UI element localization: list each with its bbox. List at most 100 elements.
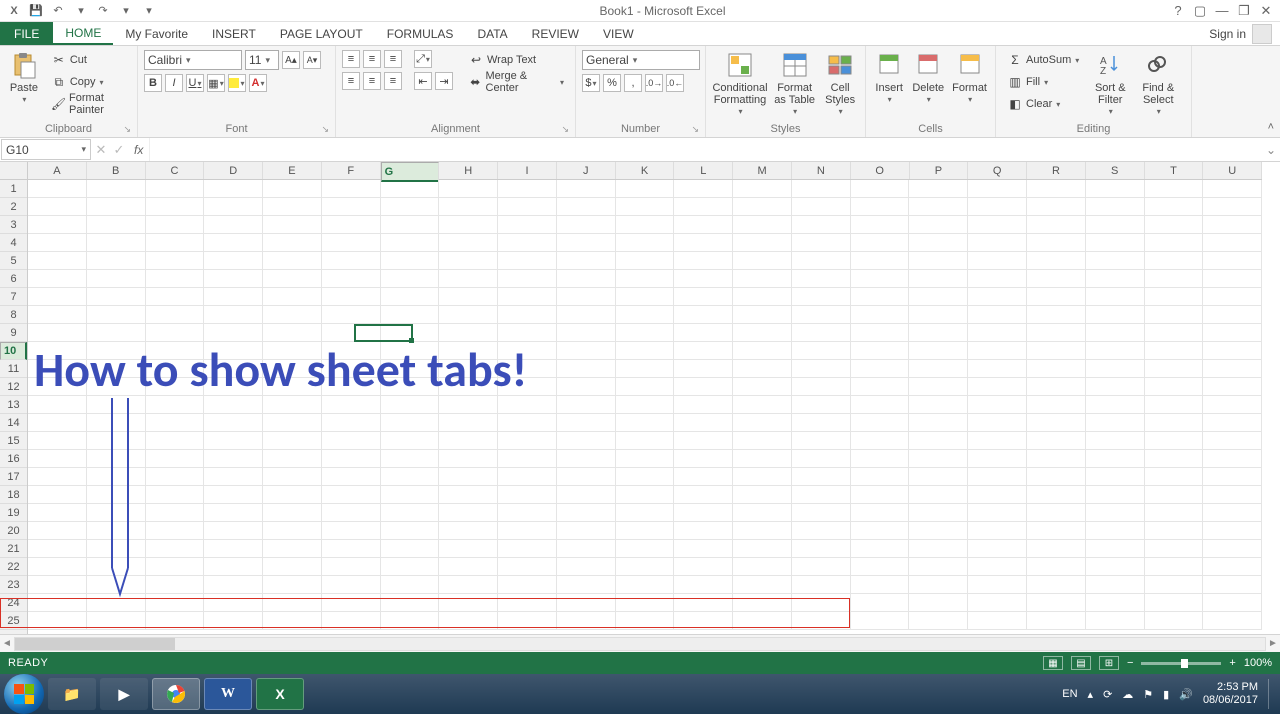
cells-area[interactable]	[28, 180, 1262, 634]
decrease-decimal-button[interactable]: .0←	[666, 74, 684, 92]
close-icon[interactable]: ✕	[1256, 3, 1276, 19]
autosum-button[interactable]: ΣAutoSum▾	[1002, 50, 1084, 70]
tray-onedrive-icon[interactable]: ☁	[1122, 688, 1133, 701]
decrease-font-button[interactable]: A▾	[303, 51, 321, 69]
taskbar-chrome[interactable]	[152, 678, 200, 710]
cut-button[interactable]: ✂Cut	[46, 50, 131, 70]
formula-input[interactable]	[149, 138, 1262, 161]
taskbar-media-player[interactable]: ▶	[100, 678, 148, 710]
fx-icon[interactable]: fx	[128, 138, 149, 161]
row-header-8[interactable]: 8	[0, 306, 27, 324]
font-size-select[interactable]: 11▾	[245, 50, 279, 70]
row-header-2[interactable]: 2	[0, 198, 27, 216]
row-header-23[interactable]: 23	[0, 576, 27, 594]
page-layout-view-icon[interactable]: ▤	[1071, 656, 1091, 670]
tray-sync-icon[interactable]: ⟳	[1103, 688, 1112, 701]
row-header-22[interactable]: 22	[0, 558, 27, 576]
align-left-button[interactable]: ≡	[342, 72, 360, 90]
comma-format-button[interactable]: ,	[624, 74, 642, 92]
copy-button[interactable]: ⧉Copy▾	[46, 72, 131, 92]
row-header-19[interactable]: 19	[0, 504, 27, 522]
alignment-launcher-icon[interactable]: ↘	[561, 124, 569, 135]
row-header-12[interactable]: 12	[0, 378, 27, 396]
column-header-I[interactable]: I	[498, 162, 557, 179]
increase-indent-button[interactable]: ⇥	[435, 72, 453, 90]
row-header-11[interactable]: 11	[0, 360, 27, 378]
format-as-table-button[interactable]: Format as Table▾	[772, 50, 817, 119]
show-desktop-button[interactable]	[1268, 679, 1276, 709]
minimize-icon[interactable]: —	[1212, 3, 1232, 19]
increase-decimal-button[interactable]: .0→	[645, 74, 663, 92]
clipboard-launcher-icon[interactable]: ↘	[123, 124, 131, 135]
column-header-F[interactable]: F	[322, 162, 381, 179]
font-color-button[interactable]: A▾	[249, 74, 267, 92]
font-launcher-icon[interactable]: ↘	[321, 124, 329, 135]
number-launcher-icon[interactable]: ↘	[691, 124, 699, 135]
save-icon[interactable]: 💾	[28, 3, 44, 19]
expand-formula-bar-icon[interactable]: ⌄	[1262, 138, 1280, 161]
row-header-1[interactable]: 1	[0, 180, 27, 198]
cancel-icon[interactable]: ✕	[96, 142, 107, 158]
percent-format-button[interactable]: %	[603, 74, 621, 92]
number-format-select[interactable]: General▾	[582, 50, 700, 70]
taskbar-word[interactable]: W	[204, 678, 252, 710]
paste-button[interactable]: Paste ▾	[6, 50, 42, 107]
taskbar-file-explorer[interactable]: 📁	[48, 678, 96, 710]
zoom-in-icon[interactable]: +	[1229, 657, 1235, 669]
column-header-Q[interactable]: Q	[968, 162, 1027, 179]
tab-data[interactable]: DATA	[465, 22, 519, 45]
taskbar-excel[interactable]: X	[256, 678, 304, 710]
italic-button[interactable]: I	[165, 74, 183, 92]
conditional-formatting-button[interactable]: Conditional Formatting▾	[712, 50, 768, 119]
horizontal-scrollbar[interactable]	[14, 637, 1266, 651]
horizontal-scroll-thumb[interactable]	[15, 638, 175, 650]
align-middle-button[interactable]: ≡	[363, 50, 381, 68]
tray-clock[interactable]: 2:53 PM 08/06/2017	[1203, 681, 1258, 706]
tab-formulas[interactable]: FORMULAS	[375, 22, 466, 45]
sign-in-link[interactable]: Sign in	[1201, 22, 1280, 45]
undo-dropdown-icon[interactable]: ▾	[73, 3, 89, 19]
tray-show-hidden-icon[interactable]: ▴	[1088, 688, 1094, 701]
row-header-13[interactable]: 13	[0, 396, 27, 414]
row-header-24[interactable]: 24	[0, 594, 27, 612]
row-header-14[interactable]: 14	[0, 414, 27, 432]
sort-filter-button[interactable]: AZSort & Filter▾	[1088, 50, 1132, 119]
row-header-21[interactable]: 21	[0, 540, 27, 558]
column-header-K[interactable]: K	[616, 162, 675, 179]
sheet-nav-next-icon[interactable]: ►	[1266, 638, 1280, 649]
zoom-level[interactable]: 100%	[1244, 657, 1272, 669]
tab-home[interactable]: HOME	[53, 22, 113, 45]
enter-icon[interactable]: ✓	[114, 142, 125, 158]
column-header-E[interactable]: E	[263, 162, 322, 179]
collapse-ribbon-icon[interactable]: ˄	[1268, 121, 1274, 133]
align-top-button[interactable]: ≡	[342, 50, 360, 68]
bold-button[interactable]: B	[144, 74, 162, 92]
undo-icon[interactable]: ↶	[50, 3, 66, 19]
tray-network-icon[interactable]: ▮	[1163, 688, 1169, 701]
start-button[interactable]	[4, 674, 44, 714]
find-select-button[interactable]: Find & Select▾	[1136, 50, 1180, 119]
row-header-10[interactable]: 10	[0, 342, 27, 360]
row-header-3[interactable]: 3	[0, 216, 27, 234]
format-painter-button[interactable]: 🖌Format Painter	[46, 94, 131, 114]
decrease-indent-button[interactable]: ⇤	[414, 72, 432, 90]
tab-file[interactable]: FILE	[0, 22, 53, 45]
accounting-format-button[interactable]: $▾	[582, 74, 600, 92]
row-header-7[interactable]: 7	[0, 288, 27, 306]
zoom-slider[interactable]	[1141, 662, 1221, 665]
row-header-6[interactable]: 6	[0, 270, 27, 288]
column-header-U[interactable]: U	[1203, 162, 1262, 179]
select-all-corner[interactable]	[0, 162, 28, 180]
wrap-text-button[interactable]: ↩Wrap Text	[463, 50, 569, 70]
insert-cells-button[interactable]: Insert▾	[872, 50, 906, 107]
tab-my-favorite[interactable]: My Favorite	[113, 22, 200, 45]
increase-font-button[interactable]: A▴	[282, 51, 300, 69]
column-header-P[interactable]: P	[910, 162, 969, 179]
row-header-25[interactable]: 25	[0, 612, 27, 630]
column-header-M[interactable]: M	[733, 162, 792, 179]
fill-button[interactable]: ▥Fill▾	[1002, 72, 1084, 92]
row-header-17[interactable]: 17	[0, 468, 27, 486]
column-header-R[interactable]: R	[1027, 162, 1086, 179]
orientation-button[interactable]: ⤢▾	[414, 50, 432, 68]
cell-styles-button[interactable]: Cell Styles▾	[821, 50, 859, 119]
